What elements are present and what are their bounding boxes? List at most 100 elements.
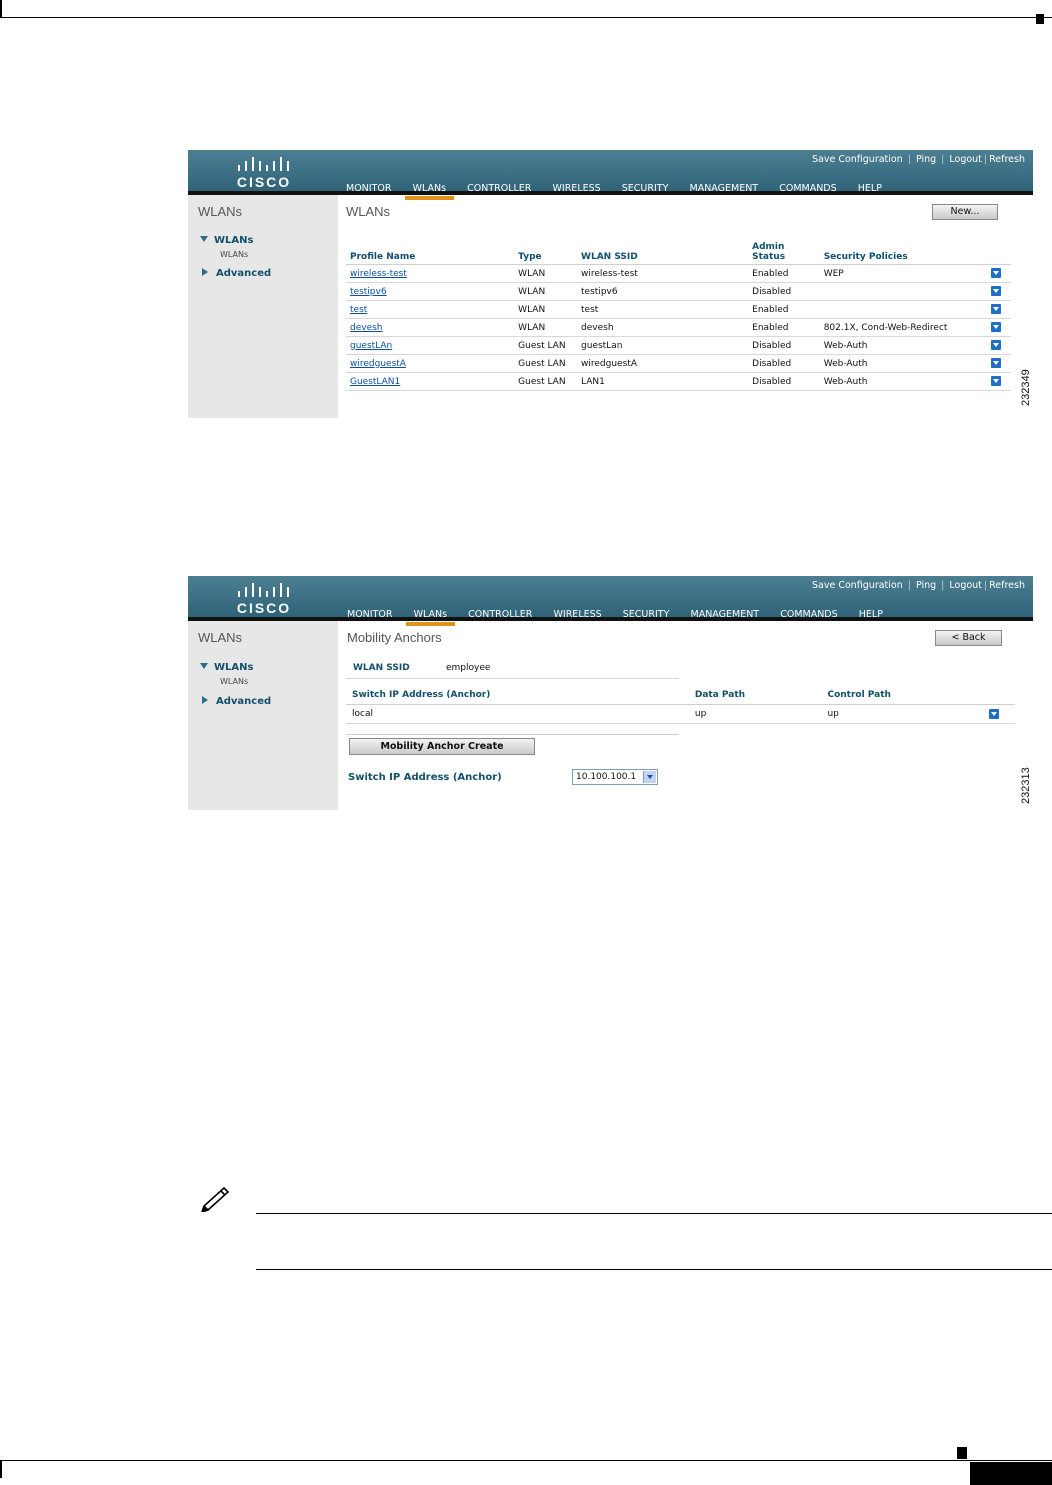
wlan-ssid-label: WLAN SSID bbox=[353, 663, 410, 673]
profile-link[interactable]: wiredguestA bbox=[346, 354, 515, 373]
data-path-cell: up bbox=[688, 704, 822, 724]
row-dropdown-icon[interactable] bbox=[991, 358, 1002, 369]
ssid-cell: wireless-test bbox=[577, 264, 749, 283]
type-cell: WLAN bbox=[514, 318, 578, 337]
ssid-cell: guestLan bbox=[577, 336, 749, 355]
wlan-ssid-row: WLAN SSID employee bbox=[346, 660, 679, 679]
page-title: WLANs bbox=[346, 204, 391, 219]
col-actions bbox=[987, 238, 1011, 265]
top-links: Save Configuration | Ping | Logout | Refresh bbox=[811, 154, 1025, 165]
type-cell: WLAN bbox=[514, 282, 578, 301]
profile-link[interactable]: wireless-test bbox=[346, 264, 515, 283]
table-header-row: Switch IP Address (Anchor) Data Path Con… bbox=[346, 686, 1015, 705]
back-button[interactable]: < Back bbox=[935, 630, 1002, 646]
col-data-path: Data Path bbox=[688, 686, 822, 705]
save-configuration-link[interactable]: Save Configuration bbox=[812, 580, 903, 591]
security-cell: Web-Auth bbox=[819, 372, 988, 391]
col-wlan-ssid[interactable]: WLAN SSID bbox=[577, 238, 749, 265]
sidebar: WLANs WLANs WLANs Advanced bbox=[188, 195, 338, 418]
main-nav: MONITOR WLANs CONTROLLER WIRELESS SECURI… bbox=[346, 176, 898, 200]
page-number-box bbox=[970, 1462, 1052, 1485]
table-row: testipv6 WLAN testipv6 Disabled bbox=[346, 282, 1011, 301]
col-control-path: Control Path bbox=[821, 686, 984, 705]
wlan-table: Profile Name Type WLAN SSID Admin Status… bbox=[346, 238, 1011, 391]
ssid-cell: testipv6 bbox=[577, 282, 749, 301]
security-cell: Web-Auth bbox=[819, 336, 988, 355]
ping-link[interactable]: Ping bbox=[916, 580, 936, 591]
cisco-logo: CISCO bbox=[232, 580, 296, 616]
status-cell: Disabled bbox=[748, 282, 820, 301]
anchor-ip-select[interactable]: 10.100.100.1 bbox=[572, 769, 658, 785]
row-dropdown-icon[interactable] bbox=[991, 304, 1002, 315]
profile-link[interactable]: devesh bbox=[346, 318, 515, 337]
sidebar-title: WLANs bbox=[198, 204, 243, 219]
page-top-marker bbox=[1036, 14, 1044, 24]
note-top-rule bbox=[256, 1213, 1052, 1214]
logout-link[interactable]: Logout bbox=[949, 154, 982, 165]
sidebar-item-wlans[interactable]: WLANs bbox=[200, 235, 253, 246]
sidebar-subitem-wlans[interactable]: WLANs bbox=[220, 677, 248, 686]
table-row: devesh WLAN devesh Enabled 802.1X, Cond-… bbox=[346, 318, 1011, 337]
expanded-arrow-icon bbox=[200, 236, 208, 242]
profile-link[interactable]: test bbox=[346, 300, 515, 319]
ping-link[interactable]: Ping bbox=[916, 154, 936, 165]
col-security-policies[interactable]: Security Policies bbox=[819, 238, 988, 265]
row-dropdown-icon[interactable] bbox=[991, 340, 1002, 351]
refresh-link[interactable]: Refresh bbox=[989, 154, 1025, 165]
ssid-cell: test bbox=[577, 300, 749, 319]
row-dropdown-icon[interactable] bbox=[989, 708, 1000, 719]
sidebar-item-advanced[interactable]: Advanced bbox=[200, 696, 271, 707]
sidebar-subitem-wlans[interactable]: WLANs bbox=[220, 250, 248, 259]
logo-text: CISCO bbox=[236, 600, 292, 616]
page-bottom-marker bbox=[957, 1447, 967, 1459]
sidebar-item-wlans[interactable]: WLANs bbox=[200, 662, 253, 673]
collapsed-arrow-icon bbox=[202, 268, 208, 276]
ip-cell: local bbox=[346, 704, 689, 724]
mobility-anchor-create-button[interactable]: Mobility Anchor Create bbox=[349, 738, 535, 755]
profile-link[interactable]: GuestLAN1 bbox=[346, 372, 515, 391]
main-nav: MONITOR WLANs CONTROLLER WIRELESS SECURI… bbox=[347, 602, 899, 626]
cisco-bars-icon bbox=[238, 157, 289, 171]
sidebar-item-advanced[interactable]: Advanced bbox=[200, 268, 271, 279]
note-bottom-rule bbox=[256, 1269, 1052, 1270]
page-title: Mobility Anchors bbox=[347, 630, 442, 645]
table-row: wiredguestA Guest LAN wiredguestA Disabl… bbox=[346, 354, 1011, 373]
anchor-table: Switch IP Address (Anchor) Data Path Con… bbox=[346, 686, 1015, 724]
profile-link[interactable]: testipv6 bbox=[346, 282, 515, 301]
row-dropdown-icon[interactable] bbox=[991, 268, 1002, 279]
anchor-ip-label: Switch IP Address (Anchor) bbox=[348, 772, 502, 783]
new-button[interactable]: New... bbox=[932, 204, 998, 220]
col-type[interactable]: Type bbox=[514, 238, 578, 265]
ssid-cell: wiredguestA bbox=[577, 354, 749, 373]
status-cell: Disabled bbox=[748, 336, 820, 355]
wlan-ssid-value: employee bbox=[446, 663, 491, 673]
security-cell: 802.1X, Cond-Web-Redirect bbox=[819, 318, 988, 337]
cisco-logo: CISCO bbox=[232, 154, 296, 190]
refresh-link[interactable]: Refresh bbox=[989, 580, 1025, 591]
status-cell: Enabled bbox=[748, 300, 820, 319]
cisco-bars-icon bbox=[238, 583, 289, 597]
type-cell: Guest LAN bbox=[514, 372, 578, 391]
table-row: wireless-test WLAN wireless-test Enabled… bbox=[346, 264, 1011, 283]
ssid-cell: devesh bbox=[577, 318, 749, 337]
col-profile-name[interactable]: Profile Name bbox=[346, 238, 515, 265]
profile-link[interactable]: guestLAn bbox=[346, 336, 515, 355]
top-links: Save Configuration | Ping | Logout | Refresh bbox=[811, 580, 1025, 591]
sidebar: WLANs WLANs WLANs Advanced bbox=[188, 621, 338, 810]
table-row: test WLAN test Enabled bbox=[346, 300, 1011, 319]
chevron-down-icon[interactable] bbox=[643, 771, 656, 783]
row-dropdown-icon[interactable] bbox=[991, 322, 1002, 333]
mobility-anchors-screenshot: CISCO Save Configuration | Ping | Logout | Ref… bbox=[188, 576, 1033, 810]
logout-link[interactable]: Logout bbox=[949, 580, 982, 591]
collapsed-arrow-icon bbox=[202, 696, 208, 704]
security-cell: WEP bbox=[819, 264, 988, 283]
row-dropdown-icon[interactable] bbox=[991, 286, 1002, 297]
col-actions bbox=[983, 686, 1015, 705]
type-cell: Guest LAN bbox=[514, 354, 578, 373]
row-dropdown-icon[interactable] bbox=[991, 376, 1002, 387]
save-configuration-link[interactable]: Save Configuration bbox=[812, 154, 903, 165]
logo-text: CISCO bbox=[236, 174, 292, 190]
header: CISCO Save Configuration | Ping | Logout | Ref… bbox=[188, 150, 1033, 200]
security-cell bbox=[819, 282, 988, 301]
col-admin-status[interactable]: Admin Status bbox=[748, 238, 820, 265]
